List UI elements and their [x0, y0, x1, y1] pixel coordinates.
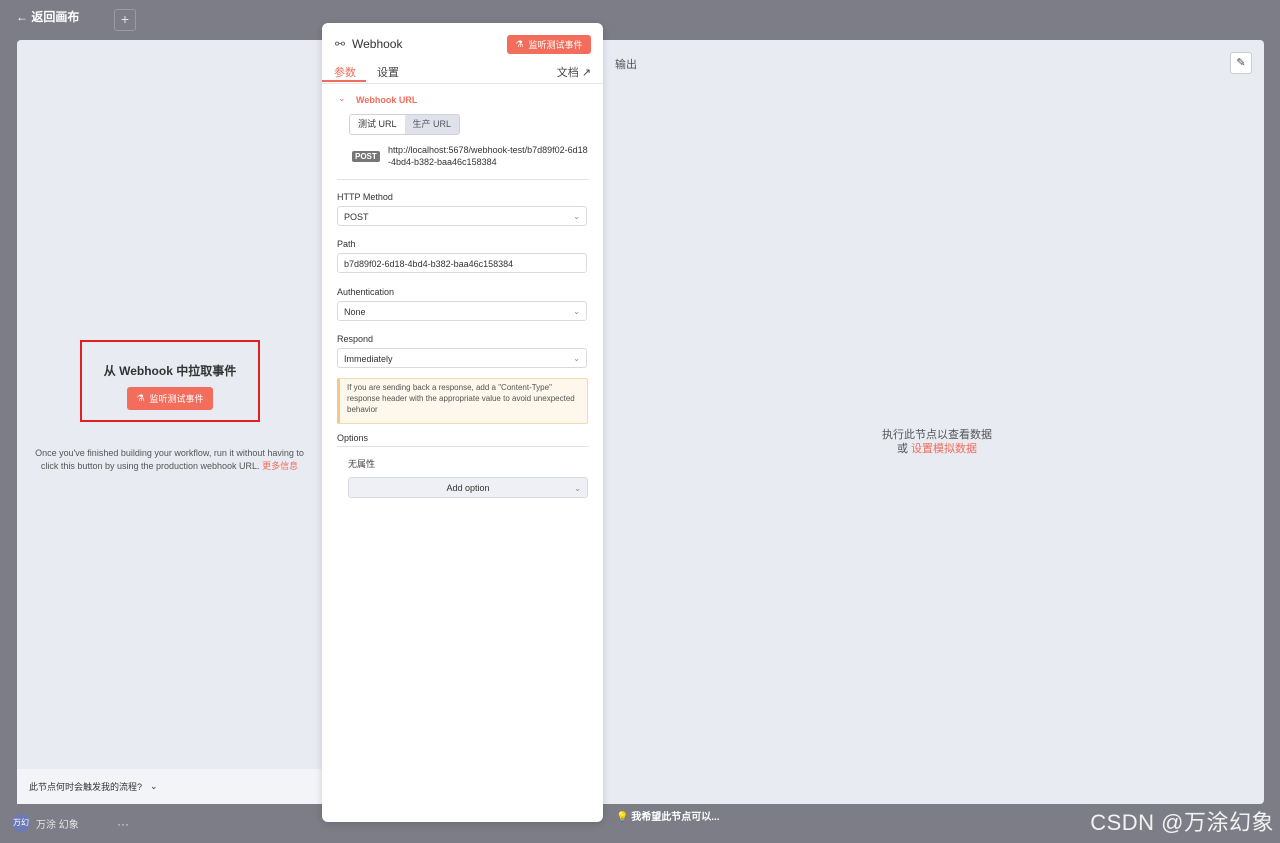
docs-label: 文档 — [556, 67, 579, 79]
webhook-icon: ⚯ — [335, 37, 346, 51]
no-properties-text: 无属性 — [348, 459, 376, 469]
add-node-button[interactable]: + — [114, 9, 136, 31]
user-name: 万涂 幻象 — [36, 819, 79, 831]
chevron-down-icon: ⌄ — [573, 307, 580, 316]
docs-link[interactable]: 文档 ↗ — [557, 64, 591, 80]
chevron-down-icon: ⌄ — [573, 354, 580, 363]
options-label: Options — [337, 433, 369, 443]
panel-tabs: 参数 设置 文档 ↗ — [322, 61, 603, 84]
pull-events-title: 从 Webhook 中拉取事件 — [103, 364, 237, 378]
pull-events-box: 从 Webhook 中拉取事件 ⚗ 监听测试事件 — [80, 340, 260, 422]
user-info[interactable]: 万幻 万涂 幻象 — [12, 814, 79, 832]
node-details-modal: 从 Webhook 中拉取事件 ⚗ 监听测试事件 Once you've fin… — [17, 40, 1264, 804]
node-hint[interactable]: 💡 我希望此节点可以... — [616, 808, 720, 823]
http-method-label: HTTP Method — [337, 192, 393, 202]
or-label: 或 — [896, 443, 908, 455]
authentication-select[interactable]: None ⌄ — [337, 301, 587, 321]
listen-button-label: 监听测试事件 — [149, 394, 204, 404]
chevron-down-icon: ⌄ — [574, 484, 581, 493]
chevron-down-icon: ⌄ — [150, 781, 158, 791]
execute-hint-text: 执行此节点以查看数据 — [882, 429, 992, 441]
webhook-url[interactable]: http://localhost:5678/webhook-test/b7d89… — [388, 144, 588, 168]
test-url-option[interactable]: 测试 URL — [350, 115, 405, 134]
execute-hint: 执行此节点以查看数据 或 设置模拟数据 — [837, 428, 1037, 456]
production-url-option[interactable]: 生产 URL — [404, 115, 460, 134]
add-option-label: Add option — [446, 483, 490, 493]
divider — [337, 179, 589, 180]
output-label: 输出 — [615, 59, 637, 71]
url-type-toggle: 测试 URL 生产 URL — [349, 114, 461, 135]
chevron-down-icon: ⌄ — [573, 212, 580, 221]
edit-output-button[interactable]: ✎ — [1230, 52, 1252, 74]
back-to-canvas-link[interactable]: ← 返回画布 — [16, 8, 79, 25]
flask-icon: ⚗ — [515, 39, 524, 49]
add-option-button[interactable]: Add option ⌄ — [348, 477, 588, 498]
panel-listen-button[interactable]: ⚗ 监听测试事件 — [507, 35, 591, 54]
tab-settings[interactable]: 设置 — [377, 64, 399, 80]
path-label: Path — [337, 239, 356, 249]
trigger-question[interactable]: 此节点何时会触发我的流程? ⌄ — [17, 769, 322, 804]
divider — [337, 446, 589, 447]
path-input[interactable]: b7d89f02-6d18-4bd4-b382-baa46c158384 — [337, 253, 587, 273]
respond-value: Immediately — [344, 354, 393, 364]
respond-select[interactable]: Immediately ⌄ — [337, 348, 587, 368]
lightbulb-icon: 💡 — [616, 812, 629, 823]
webhook-url-section-title[interactable]: Webhook URL — [356, 95, 417, 105]
panel-listen-button-label: 监听测试事件 — [528, 40, 583, 50]
listen-test-event-button[interactable]: ⚗ 监听测试事件 — [127, 387, 213, 410]
node-hint-label: 我希望此节点可以... — [631, 812, 720, 823]
active-tab-indicator — [322, 80, 366, 82]
path-value: b7d89f02-6d18-4bd4-b382-baa46c158384 — [344, 259, 514, 269]
more-info-link[interactable]: 更多信息 — [262, 461, 298, 471]
watermark: CSDN @万涂幻象 — [1090, 810, 1274, 835]
pencil-icon: ✎ — [1236, 57, 1246, 69]
node-title[interactable]: Webhook — [352, 37, 402, 51]
authentication-label: Authentication — [337, 287, 395, 297]
authentication-value: None — [344, 307, 366, 317]
content-type-notice: If you are sending back a response, add … — [337, 378, 588, 424]
production-url-description: Once you've finished building your workf… — [27, 447, 312, 473]
method-badge: POST — [352, 151, 380, 162]
parameter-panel: ⚯ Webhook ⚗ 监听测试事件 参数 设置 文档 ↗ ⌄ Webhook … — [322, 23, 603, 822]
http-method-value: POST — [344, 212, 369, 222]
trigger-question-label: 此节点何时会触发我的流程? — [29, 782, 143, 792]
respond-label: Respond — [337, 334, 374, 344]
user-menu-button[interactable]: ··· — [117, 817, 129, 831]
chevron-down-icon[interactable]: ⌄ — [338, 93, 346, 104]
http-method-select[interactable]: POST ⌄ — [337, 206, 587, 226]
external-link-icon: ↗ — [581, 67, 591, 79]
avatar: 万幻 — [12, 814, 30, 832]
tab-parameters[interactable]: 参数 — [334, 64, 356, 80]
flask-icon: ⚗ — [136, 393, 145, 403]
mock-data-link[interactable]: 设置模拟数据 — [911, 443, 977, 455]
